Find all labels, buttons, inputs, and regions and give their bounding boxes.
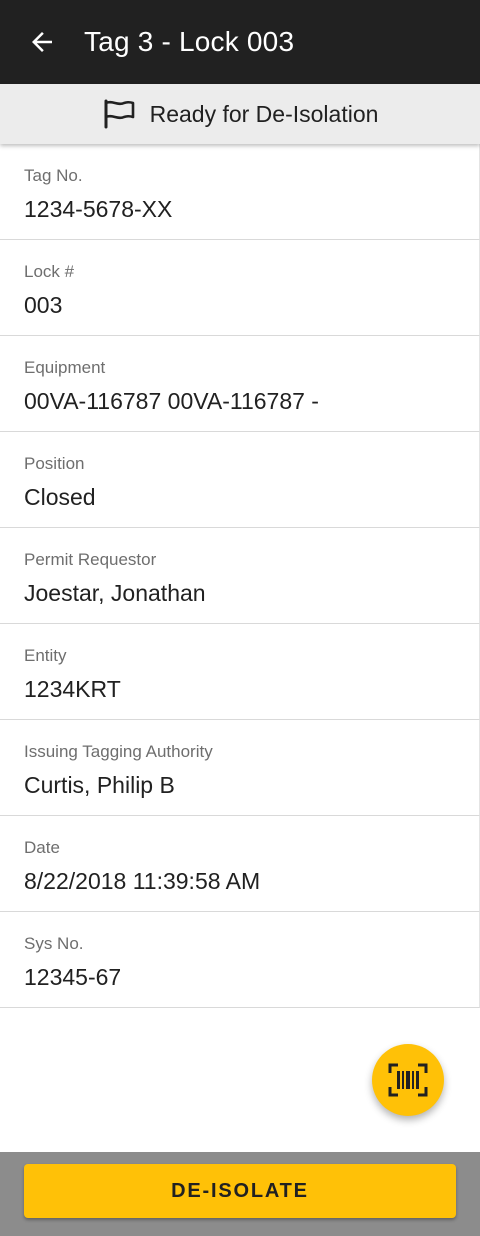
status-banner: Ready for De-Isolation (0, 84, 480, 144)
detail-label: Position (24, 454, 85, 473)
detail-label: Equipment (24, 358, 106, 377)
bottom-action-bar: DE-ISOLATE (0, 1152, 480, 1236)
detail-row-permit-requestor: Permit Requestor Joestar, Jonathan (0, 528, 480, 624)
detail-label: Sys No. (24, 934, 84, 953)
detail-row-issuing-authority: Issuing Tagging Authority Curtis, Philip… (0, 720, 480, 816)
detail-value: Joestar, Jonathan (24, 580, 206, 606)
detail-list: Tag No. 1234-5678-XX Lock # 003 Equipmen… (0, 144, 480, 1008)
detail-value: 1234KRT (24, 676, 121, 702)
status-text: Ready for De-Isolation (149, 100, 379, 127)
detail-label: Entity (24, 646, 67, 665)
detail-row-tag-no: Tag No. 1234-5678-XX (0, 144, 480, 240)
de-isolate-button[interactable]: DE-ISOLATE (24, 1164, 456, 1218)
detail-value: 00VA-116787 00VA-116787 - (24, 388, 319, 414)
detail-row-sys-no: Sys No. 12345-67 (0, 912, 480, 1008)
detail-label: Issuing Tagging Authority (24, 742, 213, 761)
detail-label: Date (24, 838, 60, 857)
barcode-scan-icon (388, 1063, 428, 1097)
detail-value: 8/22/2018 11:39:58 AM (24, 868, 261, 894)
detail-row-position: Position Closed (0, 432, 480, 528)
de-isolate-label: DE-ISOLATE (171, 1179, 309, 1202)
detail-row-equipment: Equipment 00VA-116787 00VA-116787 - (0, 336, 480, 432)
detail-row-entity: Entity 1234KRT (0, 624, 480, 720)
detail-row-date: Date 8/22/2018 11:39:58 AM (0, 816, 480, 912)
detail-label: Tag No. (24, 166, 83, 185)
scan-barcode-button[interactable] (372, 1044, 444, 1116)
page-title: Tag 3 - Lock 003 (84, 26, 295, 57)
detail-value: 003 (24, 292, 63, 318)
detail-value: 12345-67 (24, 964, 122, 990)
detail-value: Curtis, Philip B (24, 772, 175, 798)
app-bar: Tag 3 - Lock 003 (0, 0, 480, 84)
detail-value: 1234-5678-XX (24, 196, 173, 222)
arrow-back-icon (32, 32, 52, 52)
detail-value: Closed (24, 484, 96, 510)
back-button[interactable] (0, 0, 84, 84)
detail-label: Lock # (24, 262, 75, 281)
detail-row-lock: Lock # 003 (0, 240, 480, 336)
detail-label: Permit Requestor (24, 550, 157, 569)
flag-icon (104, 99, 134, 129)
